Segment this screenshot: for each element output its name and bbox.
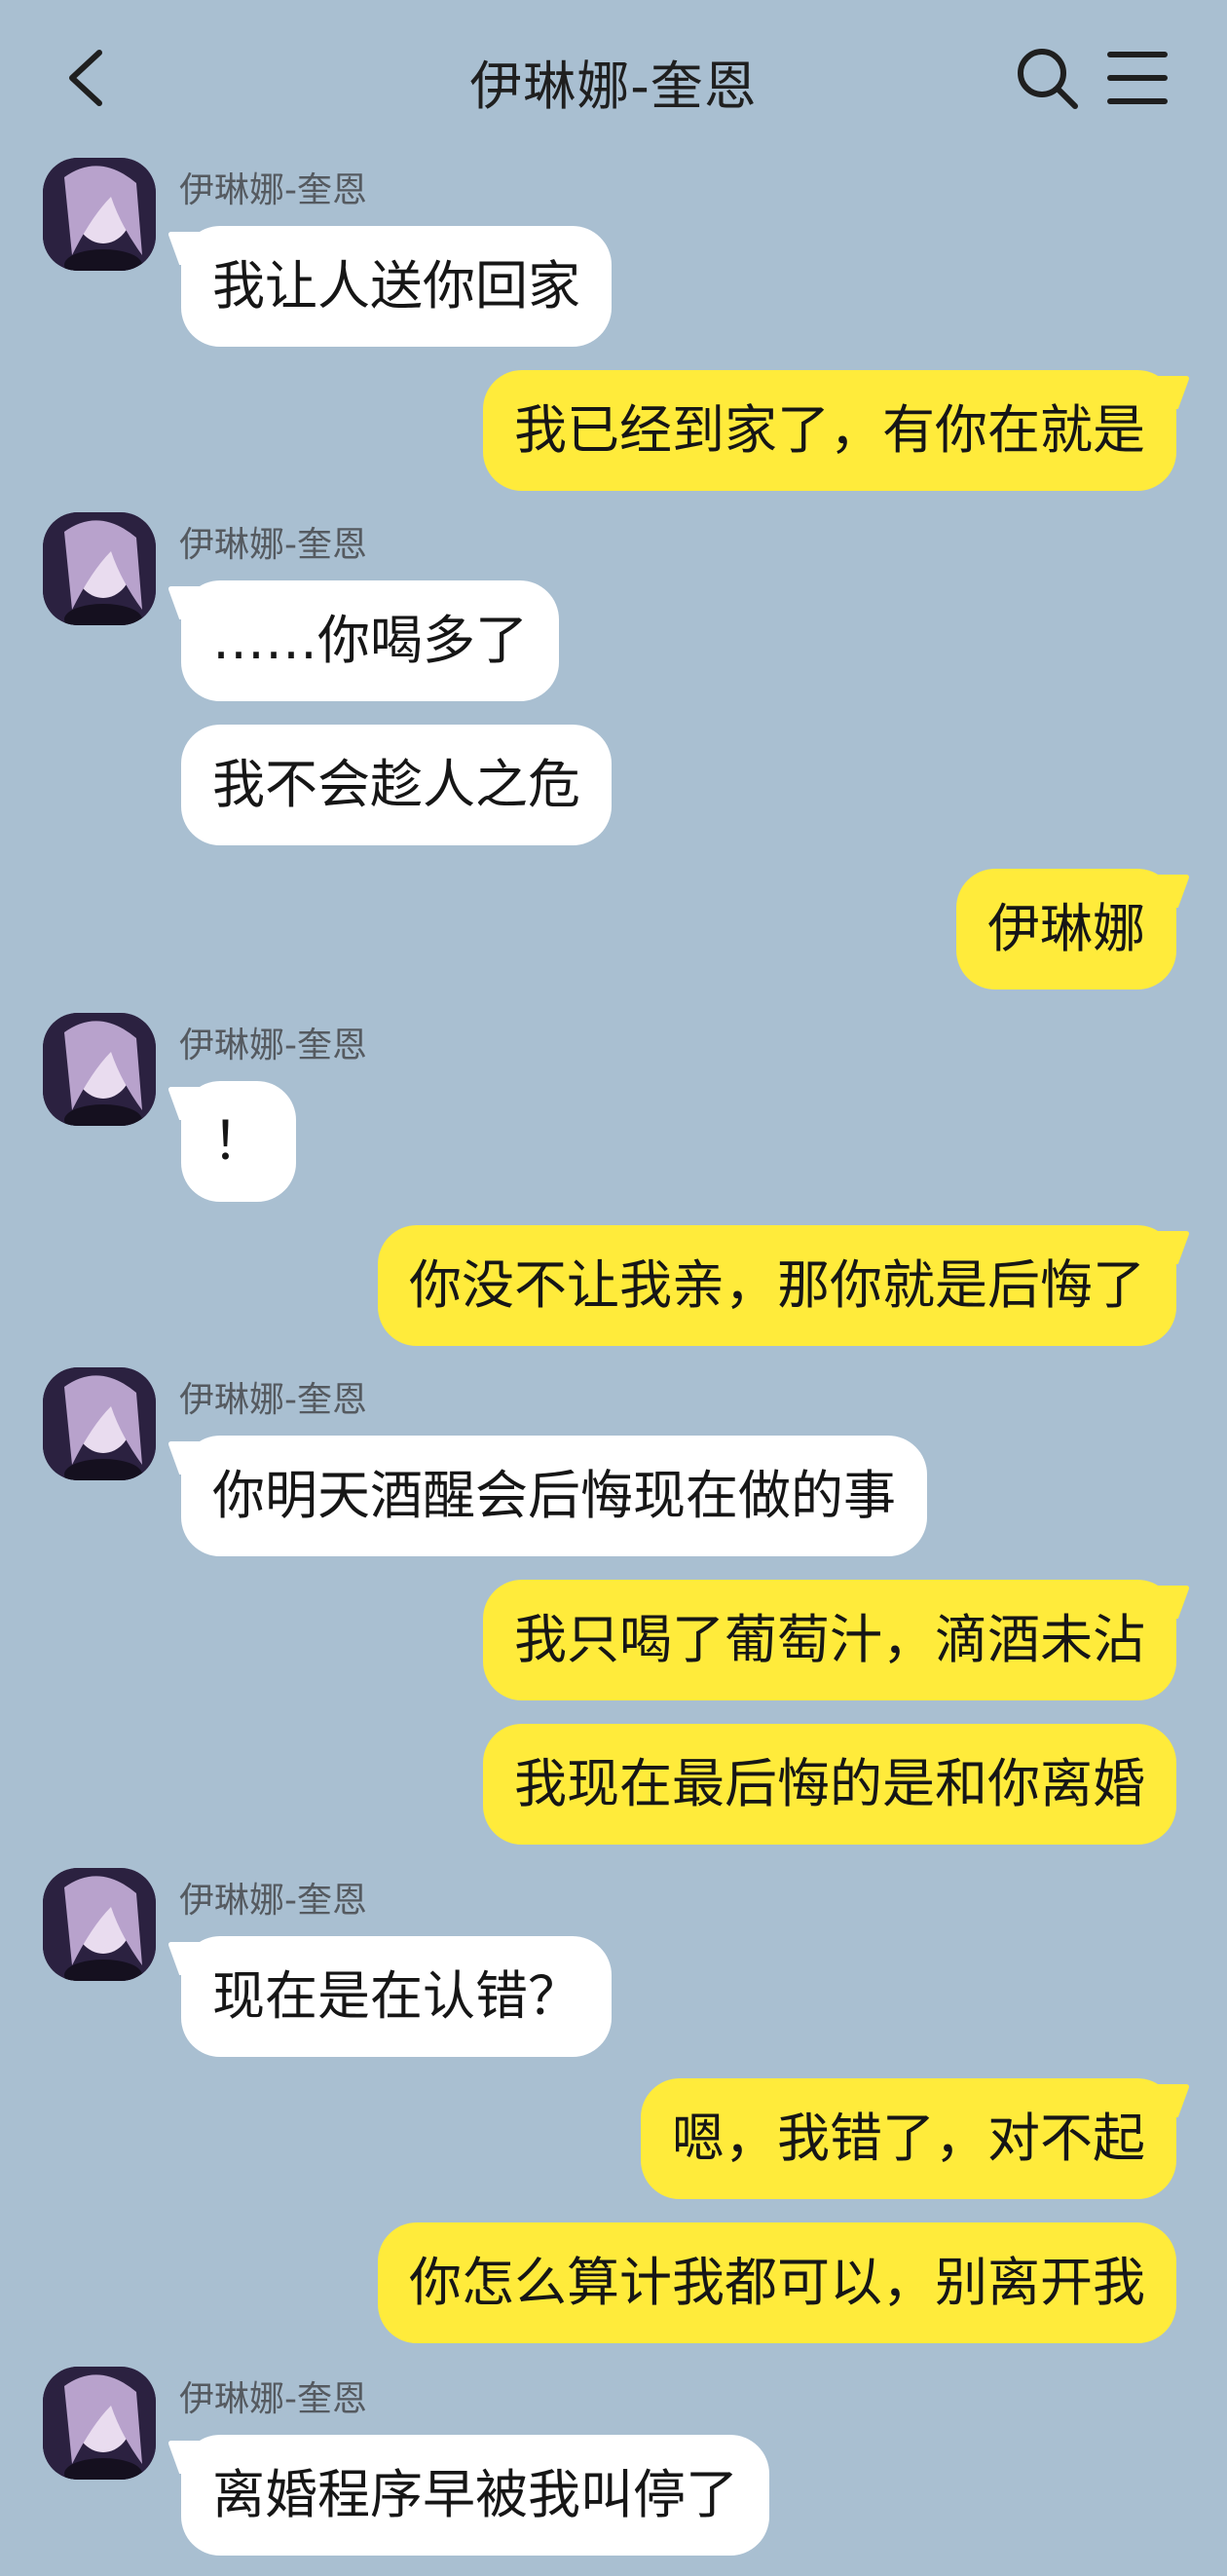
incoming-message[interactable]: 离婚程序早被我叫停了 — [181, 2435, 769, 2556]
sender-name: 伊琳娜-奎恩 — [179, 2379, 367, 2419]
avatar[interactable] — [43, 2367, 156, 2480]
avatar-image-icon — [43, 1013, 156, 1126]
avatar-image-icon — [43, 1367, 156, 1480]
avatar-image-icon — [43, 2367, 156, 2480]
outgoing-message[interactable]: 嗯，我错了，对不起 — [641, 2078, 1176, 2199]
incoming-message[interactable]: ！ — [181, 1081, 296, 1202]
incoming-message[interactable]: 我让人送你回家 — [181, 226, 612, 347]
avatar-image-icon — [43, 512, 156, 625]
sender-name: 伊琳娜-奎恩 — [179, 170, 367, 210]
avatar[interactable] — [43, 1367, 156, 1480]
search-button[interactable] — [1013, 44, 1081, 112]
outgoing-message[interactable]: 我现在最后悔的是和你离婚 — [483, 1724, 1176, 1845]
outgoing-message[interactable]: 伊琳娜 — [956, 869, 1176, 989]
sender-name: 伊琳娜-奎恩 — [179, 525, 367, 565]
avatar[interactable] — [43, 158, 156, 271]
outgoing-message[interactable]: 我已经到家了，有你在就是 — [483, 370, 1176, 491]
sender-name: 伊琳娜-奎恩 — [179, 1380, 367, 1420]
search-icon — [1018, 49, 1078, 109]
outgoing-message[interactable]: 你怎么算计我都可以，别离开我 — [378, 2222, 1176, 2343]
sender-name: 伊琳娜-奎恩 — [179, 1881, 367, 1921]
avatar[interactable] — [43, 1868, 156, 1981]
incoming-message[interactable]: 你明天酒醒会后悔现在做的事 — [181, 1436, 927, 1556]
avatar[interactable] — [43, 1013, 156, 1126]
menu-icon — [1107, 52, 1168, 104]
menu-button[interactable] — [1106, 47, 1169, 109]
incoming-message[interactable]: ……你喝多了 — [181, 580, 559, 701]
outgoing-message[interactable]: 你没不让我亲，那你就是后悔了 — [378, 1225, 1176, 1346]
sender-name: 伊琳娜-奎恩 — [179, 1026, 367, 1065]
avatar-image-icon — [43, 158, 156, 271]
avatar-image-icon — [43, 1868, 156, 1981]
incoming-message[interactable]: 我不会趁人之危 — [181, 725, 612, 845]
avatar[interactable] — [43, 512, 156, 625]
outgoing-message[interactable]: 我只喝了葡萄汁，滴酒未沾 — [483, 1580, 1176, 1700]
incoming-message[interactable]: 现在是在认错？ — [181, 1936, 612, 2057]
chat-header: 伊琳娜-奎恩 — [0, 0, 1227, 156]
